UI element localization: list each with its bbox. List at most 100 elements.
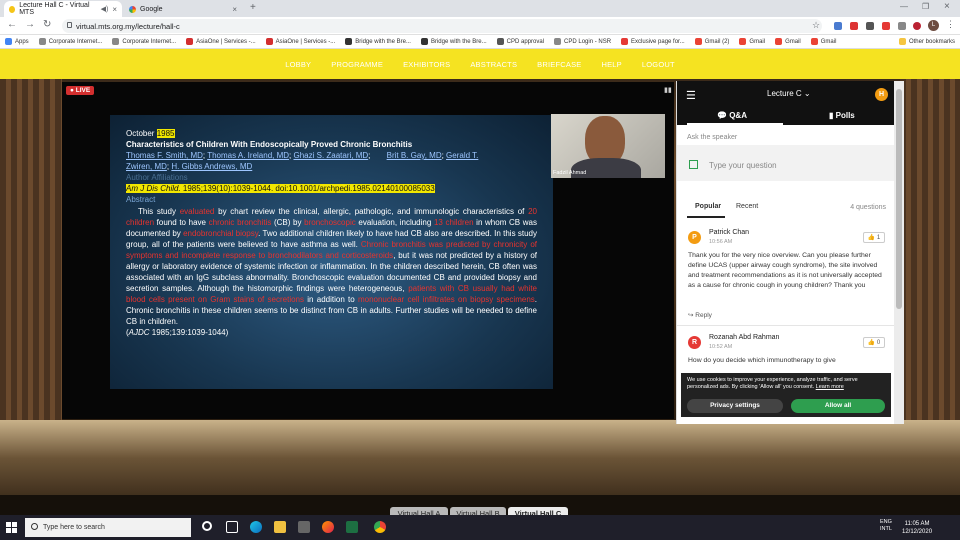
browser-tab-strip: Lecture Hall C - Virtual MTS ◀) × Google… — [0, 0, 960, 17]
globe-icon — [554, 38, 562, 45]
windows-start-icon[interactable] — [6, 522, 17, 533]
extension-icon[interactable] — [834, 22, 842, 30]
search-placeholder: Type here to search — [43, 524, 105, 531]
reply-button[interactable]: ↪ Reply — [688, 311, 712, 319]
extensions-puzzle-icon[interactable] — [898, 22, 906, 30]
asiaone-icon — [265, 38, 273, 45]
abstract-phrase: by chart review the clinical, allergic, … — [214, 207, 529, 216]
nav-abstracts[interactable]: ABSTRACTS — [470, 60, 517, 69]
excel-icon[interactable] — [346, 521, 358, 533]
gmail-icon — [810, 38, 818, 45]
document-icon — [496, 38, 504, 45]
close-tab-icon[interactable]: × — [112, 5, 117, 14]
sort-popular[interactable]: Popular — [695, 203, 721, 210]
profile-avatar[interactable]: L — [928, 20, 939, 31]
scrollbar-thumb[interactable] — [896, 89, 902, 309]
player-pause-icon[interactable]: ▮▮ — [664, 86, 672, 96]
nav-briefcase[interactable]: BRIEFCASE — [537, 60, 581, 69]
language-indicator[interactable]: ENG INTL — [880, 519, 892, 533]
sort-recent[interactable]: Recent — [736, 203, 758, 210]
cookie-banner: We use cookies to improve your experienc… — [681, 373, 891, 417]
active-tab-indicator — [687, 123, 783, 125]
bookmark-item[interactable]: CPD approval — [492, 38, 549, 45]
bookmark-item[interactable]: Bridge with the Bre... — [416, 38, 492, 45]
cortana-icon[interactable] — [202, 521, 212, 531]
close-window-icon[interactable]: × — [944, 1, 950, 12]
extension-icon[interactable] — [866, 22, 874, 30]
firefox-icon[interactable] — [322, 521, 334, 533]
system-clock[interactable]: 11:05 AM 12/12/2020 — [902, 520, 932, 536]
reload-icon[interactable]: ↻ — [43, 19, 51, 30]
forward-icon[interactable]: → — [25, 19, 35, 30]
nav-help[interactable]: HELP — [601, 60, 621, 69]
chrome-icon[interactable] — [374, 521, 386, 533]
edge-icon[interactable] — [250, 521, 262, 533]
file-explorer-icon[interactable] — [274, 521, 286, 533]
back-icon[interactable]: ← — [7, 19, 17, 30]
question-placeholder: Type your question — [709, 161, 777, 170]
bookmark-item[interactable]: Gmail (2) — [690, 38, 735, 45]
bookmark-item[interactable]: Corporate Internet... — [34, 38, 108, 45]
store-icon[interactable] — [298, 521, 310, 533]
highlighted-phrase: 13 children — [433, 218, 474, 227]
speaker-webcam: Fadzil Ahmad — [551, 114, 665, 178]
panel-scrollbar[interactable] — [894, 81, 904, 424]
bookmark-item[interactable]: CPD Login - NSR — [549, 38, 616, 45]
bookmark-item[interactable]: Gmail — [806, 38, 842, 45]
bookmark-item[interactable]: Bridge with the Bre... — [340, 38, 416, 45]
user-avatar[interactable]: H — [875, 88, 888, 101]
new-tab-icon[interactable]: + — [250, 2, 256, 13]
thumbs-up-icon: 👍 — [867, 235, 876, 241]
browser-tab-google[interactable]: Google × — [124, 1, 242, 17]
slide-abstract-text: This study evaluated by chart review the… — [126, 206, 537, 327]
nav-programme[interactable]: PROGRAMME — [331, 60, 383, 69]
nav-logout[interactable]: LOGOUT — [642, 60, 675, 69]
bookmark-item[interactable]: Gmail — [734, 38, 770, 45]
other-bookmarks[interactable]: Other bookmarks — [894, 38, 960, 45]
bookmark-site-icon — [345, 38, 353, 45]
qa-panel-header: ☰ Lecture C ⌄ H 💬 Q&A ▮ Polls — [677, 81, 894, 125]
browser-tab-lecture[interactable]: Lecture Hall C - Virtual MTS ◀) × — [4, 1, 122, 17]
extension-icon[interactable] — [850, 22, 858, 30]
privacy-settings-button[interactable]: Privacy settings — [687, 399, 783, 413]
audio-icon: ◀) — [100, 6, 109, 13]
like-button[interactable]: 👍 0 — [863, 337, 885, 348]
bookmark-item[interactable]: AsiaOne | Services -... — [181, 38, 261, 45]
tab-qa[interactable]: 💬 Q&A — [717, 111, 747, 120]
allow-all-button[interactable]: Allow all — [791, 399, 885, 413]
learn-more-link[interactable]: Learn more — [816, 384, 844, 390]
minimize-window-icon[interactable]: — — [900, 2, 908, 11]
session-selector[interactable]: Lecture C ⌄ — [767, 89, 811, 98]
nav-lobby[interactable]: LOBBY — [285, 60, 311, 69]
bookmark-apps[interactable]: Apps — [0, 38, 34, 45]
extension-icon[interactable] — [882, 22, 890, 30]
bookmark-item[interactable]: Exclusive page for... — [616, 38, 690, 45]
presentation-slide: October 1985 Characteristics of Children… — [110, 115, 553, 389]
bookmark-item[interactable]: AsiaOne | Services -... — [261, 38, 341, 45]
bar-chart-icon: ▮ — [829, 111, 834, 120]
url-text: virtual.mts.org.my/lecture/hall-c — [76, 21, 180, 31]
bookmark-item[interactable]: Corporate Internet... — [107, 38, 181, 45]
sort-active-indicator — [687, 216, 725, 218]
address-bar-row: ← → ↻ virtual.mts.org.my/lecture/hall-c … — [0, 17, 960, 35]
nav-exhibitors[interactable]: EXHIBITORS — [403, 60, 450, 69]
close-tab-icon[interactable]: × — [232, 5, 237, 14]
url-field[interactable]: virtual.mts.org.my/lecture/hall-c — [62, 19, 822, 33]
asiaone-icon — [186, 38, 194, 45]
task-view-icon[interactable] — [226, 521, 238, 533]
bookmarks-bar: Apps Corporate Internet... Corporate Int… — [0, 35, 960, 49]
bookmark-item[interactable]: Gmail — [770, 38, 806, 45]
hamburger-menu-icon[interactable]: ☰ — [686, 89, 696, 102]
taskbar-search[interactable]: Type here to search — [25, 518, 191, 537]
tab-polls[interactable]: ▮ Polls — [829, 111, 855, 120]
maximize-window-icon[interactable]: ❐ — [922, 2, 929, 11]
bookmark-star-icon[interactable]: ☆ — [812, 20, 820, 31]
highlighted-phrase: bronchoscopic — [304, 218, 356, 227]
question-input[interactable]: Type your question — [677, 145, 894, 181]
globe-icon — [112, 38, 120, 45]
browser-menu-icon[interactable]: ⋮ — [946, 19, 955, 30]
like-button[interactable]: 👍 1 — [863, 232, 885, 243]
extension-icon[interactable] — [913, 22, 921, 30]
slide-authors: Thomas F. Smith, MD; Thomas A. Ireland, … — [126, 151, 479, 171]
slide-citation: Am J Dis Child. 1985;139(10):1039-1044. … — [126, 184, 435, 193]
